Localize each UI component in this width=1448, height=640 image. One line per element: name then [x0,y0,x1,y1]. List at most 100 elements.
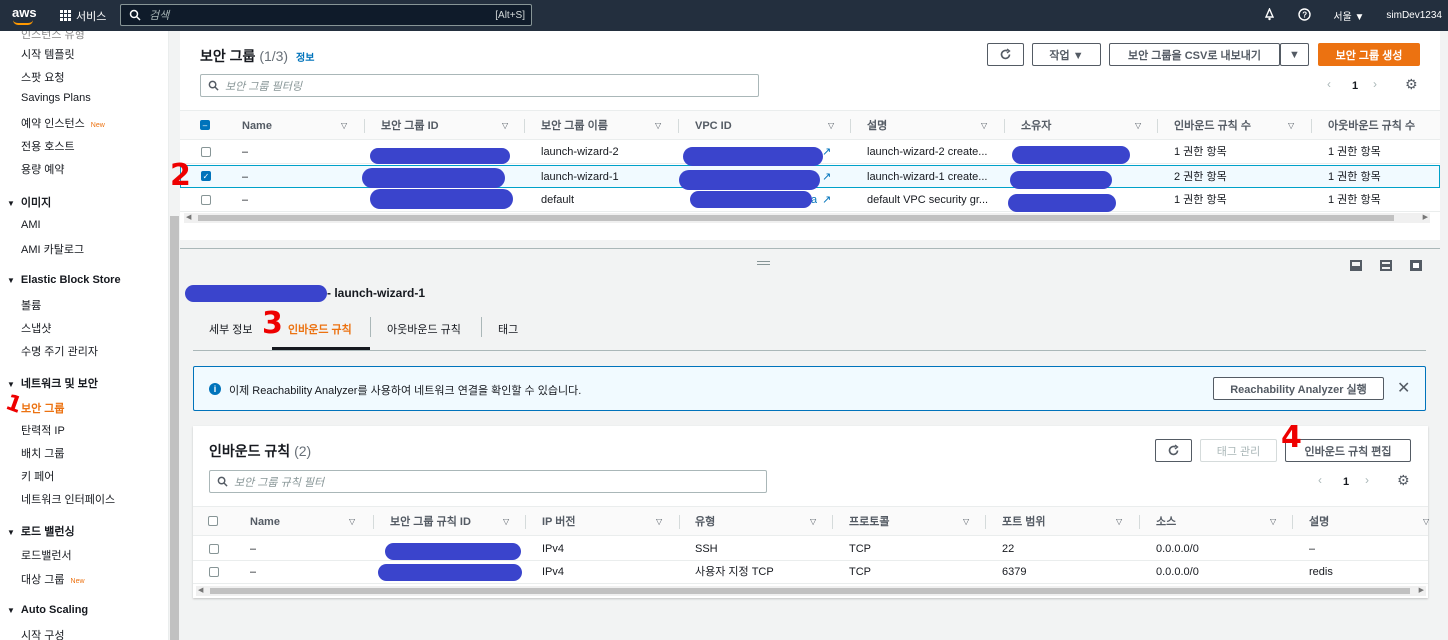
refresh-button[interactable] [987,43,1024,66]
external-link-icon[interactable]: ↗ [822,166,831,189]
sort-icon[interactable]: ▽ [349,507,355,537]
sidebar-item-reserved[interactable]: 예약 인스턴스 New [21,115,105,131]
split-divider[interactable] [180,248,1440,249]
sidebar-item-launch-templates[interactable]: 시작 템플릿 [21,46,75,62]
aws-logo[interactable]: aws [12,5,37,26]
help-icon[interactable]: ? [1298,7,1312,24]
scroll-right-icon[interactable]: ▶ [1419,586,1424,596]
sort-icon[interactable]: ▽ [656,507,662,537]
sidebar-item-volumes[interactable]: 볼륨 [21,297,41,313]
column-header[interactable]: 설명 [1309,507,1329,537]
column-header[interactable]: Name [242,111,272,141]
sort-icon[interactable]: ▽ [1423,507,1429,537]
bell-icon[interactable] [1263,6,1276,24]
split-middle-icon[interactable] [1380,260,1392,271]
sidebar-item-key-pairs[interactable]: 키 페어 [21,468,54,484]
sidebar-scrollbar[interactable] [168,31,180,640]
next-page-icon[interactable]: › [1365,473,1369,487]
info-link[interactable]: 정보 [296,53,314,64]
sort-icon[interactable]: ▽ [341,111,347,141]
sidebar-item-network-interfaces[interactable]: 네트워크 인터페이스 [21,491,115,507]
row-checkbox[interactable] [201,195,211,205]
services-menu[interactable]: 서비스 [60,8,106,24]
settings-gear-icon[interactable]: ⚙ [1397,472,1410,489]
edit-inbound-rules-button[interactable]: 인바운드 규칙 편집 [1285,439,1411,462]
sidebar-section-ebs[interactable]: Elastic Block Store [7,274,121,286]
sort-icon[interactable]: ▽ [1116,507,1122,537]
sidebar-item-load-balancers[interactable]: 로드밸런서 [21,547,72,563]
split-bottom-icon[interactable] [1350,260,1362,271]
column-header[interactable]: 설명 [867,111,887,141]
rules-filter-input[interactable]: 보안 그룹 규칙 필터 [209,470,767,493]
sidebar-item-security-groups[interactable]: 보안 그룹 [21,400,65,416]
row-checkbox-checked[interactable]: ✓ [201,171,211,181]
sidebar-item-target-groups[interactable]: 대상 그룹 New [21,571,85,587]
sort-icon[interactable]: ▽ [810,507,816,537]
sidebar-item-ami[interactable]: AMI [21,219,41,231]
refresh-button[interactable] [1155,439,1192,462]
page-number[interactable]: 1 [1352,80,1358,92]
column-header[interactable]: 소유자 [1021,111,1051,141]
sidebar-item-lifecycle[interactable]: 수명 주기 관리자 [21,343,98,359]
row-checkbox[interactable] [209,567,219,577]
column-header[interactable]: VPC ID [695,111,732,141]
sidebar-item-cut[interactable]: 인스턴스 유형 [21,31,85,42]
split-full-icon[interactable] [1410,260,1422,271]
tab-tags[interactable]: 태그 [498,321,518,337]
sidebar-section-images[interactable]: 이미지 [7,194,51,210]
reachability-analyzer-button[interactable]: Reachability Analyzer 실행 [1213,377,1384,400]
sort-icon[interactable]: ▽ [981,111,987,141]
security-group-filter-input[interactable]: 보안 그룹 필터링 [200,74,759,97]
external-link-icon[interactable]: ↗ [822,189,831,212]
column-header[interactable]: 소스 [1156,507,1176,537]
export-csv-button[interactable]: 보안 그룹을 CSV로 내보내기 [1109,43,1280,66]
sort-icon[interactable]: ▽ [828,111,834,141]
sort-icon[interactable]: ▽ [502,111,508,141]
drag-handle-icon[interactable] [757,261,770,265]
sort-icon[interactable]: ▽ [1288,111,1294,141]
manage-tags-button[interactable]: 태그 관리 [1200,439,1277,462]
table-row[interactable]: – IPv4 SSH TCP 22 0.0.0.0/0 – [193,538,1428,561]
create-security-group-button[interactable]: 보안 그룹 생성 [1318,43,1420,66]
sidebar-item-savings[interactable]: Savings Plans [21,92,91,104]
sidebar-section-lb[interactable]: 로드 밸런싱 [7,523,75,539]
sort-icon[interactable]: ▽ [1135,111,1141,141]
sidebar-item-ami-catalog[interactable]: AMI 카탈로그 [21,241,84,257]
column-header[interactable]: 포트 범위 [1002,507,1046,537]
tab-outbound-rules[interactable]: 아웃바운드 규칙 [387,321,461,337]
column-header[interactable]: IP 버전 [542,507,576,537]
column-header[interactable]: 인바운드 규칙 수 [1174,111,1251,141]
actions-button[interactable]: 작업 ▼ [1032,43,1101,66]
column-header[interactable]: 아웃바운드 규칙 수 [1328,111,1415,141]
prev-page-icon[interactable]: ‹ [1318,473,1322,487]
scroll-right-icon[interactable]: ▶ [1423,213,1428,223]
export-dropdown-button[interactable]: ▼ [1280,43,1309,66]
row-checkbox[interactable] [209,544,219,554]
next-page-icon[interactable]: › [1373,77,1377,91]
column-header[interactable]: 보안 그룹 이름 [541,111,608,141]
scroll-left-icon[interactable]: ◀ [186,213,191,223]
sort-icon[interactable]: ▽ [1270,507,1276,537]
sidebar-item-dedicated[interactable]: 전용 호스트 [21,138,75,154]
sidebar-section-network[interactable]: 네트워크 및 보안 [7,375,98,391]
sort-icon[interactable]: ▽ [655,111,661,141]
scroll-left-icon[interactable]: ◀ [198,586,203,596]
column-header[interactable]: 유형 [695,507,715,537]
horizontal-scrollbar[interactable]: ◀ ▶ [196,586,1426,596]
sidebar-item-placement[interactable]: 배치 그룹 [21,445,65,461]
column-header[interactable]: 프로토콜 [849,507,889,537]
sidebar-item-spot[interactable]: 스팟 요청 [21,69,65,85]
search-input[interactable]: 검색 [Alt+S] [120,4,532,26]
settings-gear-icon[interactable]: ⚙ [1405,76,1418,93]
horizontal-scrollbar[interactable]: ◀ ▶ [184,213,1430,223]
prev-page-icon[interactable]: ‹ [1327,77,1331,91]
column-header[interactable]: 보안 그룹 규칙 ID [390,507,471,537]
user-menu[interactable]: simDev1234 [1386,10,1442,21]
sidebar-item-launch-configs[interactable]: 시작 구성 [21,627,65,640]
region-selector[interactable]: 서울 ▼ [1333,8,1364,23]
external-link-icon[interactable]: ↗ [822,141,831,164]
column-header[interactable]: Name [250,507,280,537]
close-icon[interactable]: ✕ [1397,378,1410,398]
sidebar-section-auto-scaling[interactable]: Auto Scaling [7,604,88,616]
tab-details[interactable]: 세부 정보 [209,321,253,337]
